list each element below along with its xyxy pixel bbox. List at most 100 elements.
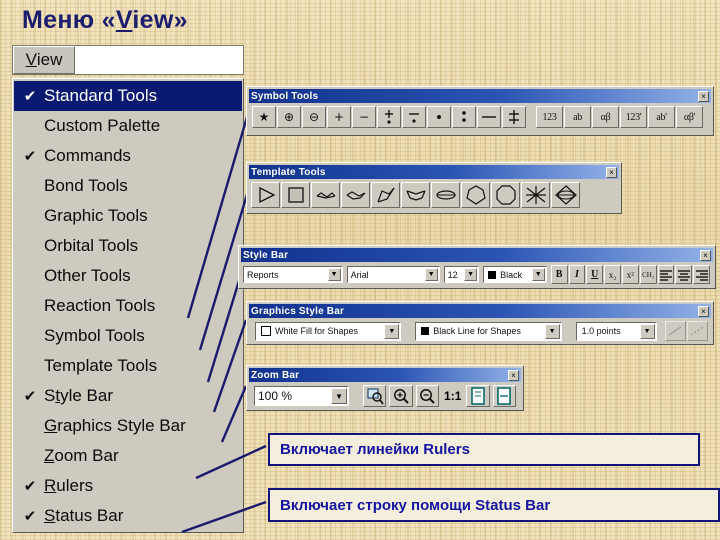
greek-label-icon[interactable]: αβ: [592, 106, 619, 128]
chevron-down-icon[interactable]: ▼: [424, 268, 438, 281]
callout-status-bar-text: Включает строку помощи Status Bar: [280, 496, 551, 514]
plus-icon[interactable]: +: [327, 106, 351, 128]
single-dot-icon[interactable]: [427, 106, 451, 128]
chevron-down-icon[interactable]: ▼: [384, 323, 400, 339]
chevron-down-icon[interactable]: ▼: [639, 323, 655, 339]
style-bar-title: Style Bar: [243, 249, 289, 261]
align-right-icon[interactable]: [693, 265, 711, 284]
fit-width-icon[interactable]: [492, 385, 516, 407]
cyclopentane-chair-template-icon[interactable]: [311, 182, 340, 208]
zoom-bar-window: Zoom Bar × 100 % ▼ 1:1: [246, 365, 524, 411]
minus-icon[interactable]: −: [352, 106, 376, 128]
font-size-dropdown[interactable]: 12 ▼: [443, 266, 480, 283]
chevron-down-icon[interactable]: ▼: [464, 268, 478, 281]
zoom-in-icon[interactable]: [389, 385, 413, 407]
style-bar-titlebar[interactable]: Style Bar ×: [241, 248, 713, 262]
cyclohexane-boat-template-icon[interactable]: [401, 182, 430, 208]
close-icon[interactable]: ×: [698, 305, 709, 317]
template-tools-window: Template Tools ×: [246, 162, 622, 214]
style-name-value: Reports: [247, 269, 279, 280]
line-style-dropdown[interactable]: Black Line for Shapes ▼: [415, 321, 562, 341]
actual-size-icon[interactable]: 1:1: [442, 385, 463, 407]
number-label-prime-icon[interactable]: 123 ': [620, 106, 647, 128]
bold-icon[interactable]: B: [550, 265, 568, 284]
octagon-template-icon[interactable]: [491, 182, 520, 208]
prime-mark: ': [665, 111, 667, 123]
template-tools-titlebar[interactable]: Template Tools ×: [249, 165, 619, 179]
line-icon[interactable]: [477, 106, 501, 128]
italic-icon[interactable]: I: [568, 265, 586, 284]
cyclohexane-chair-template-icon[interactable]: [341, 182, 370, 208]
formula-icon[interactable]: CH₃: [639, 265, 657, 284]
superscript-icon[interactable]: x²: [621, 265, 639, 284]
newman-projection-template-icon[interactable]: [521, 182, 550, 208]
template-tools-buttons: [249, 179, 619, 210]
zoom-level-value: 100 %: [258, 389, 293, 403]
zoom-level-dropdown[interactable]: 100 % ▼: [254, 386, 350, 406]
callout-rulers-text: Включает линейки Rulers: [280, 441, 470, 458]
symbol-tools-title: Symbol Tools: [251, 90, 319, 102]
graphics-style-bar-title: Graphics Style Bar: [251, 305, 345, 317]
chevron-down-icon[interactable]: ▼: [544, 323, 560, 339]
graphics-style-bar-window: Graphics Style Bar × White Fill for Shap…: [246, 301, 714, 345]
double-dagger-icon[interactable]: [502, 106, 526, 128]
fill-style-dropdown[interactable]: White Fill for Shapes ▼: [255, 321, 402, 341]
line-swatch: [421, 327, 430, 335]
zoom-out-icon[interactable]: [415, 385, 440, 407]
line-style-value: Black Line for Shapes: [433, 326, 521, 336]
text-color-dropdown[interactable]: Black ▼: [483, 266, 547, 283]
template-tools-title: Template Tools: [251, 166, 326, 178]
align-left-icon[interactable]: [657, 265, 675, 284]
font-size-value: 12: [447, 269, 458, 280]
fit-page-icon[interactable]: [466, 385, 490, 407]
square-template-icon[interactable]: [281, 182, 310, 208]
number-label-icon[interactable]: 123: [536, 106, 563, 128]
close-icon[interactable]: ×: [698, 90, 709, 102]
align-center-icon[interactable]: [675, 265, 693, 284]
zigzag-template-icon[interactable]: [371, 182, 400, 208]
zoom-bar-title: Zoom Bar: [251, 369, 300, 381]
callout-rulers: Включает линейки Rulers: [268, 433, 700, 466]
font-dropdown[interactable]: Arial ▼: [346, 266, 440, 283]
heptagon-template-icon[interactable]: [461, 182, 490, 208]
prime-mark: ': [639, 111, 642, 123]
close-icon[interactable]: ×: [508, 369, 519, 381]
symbol-tools-buttons: ★ ⊕ ⊖ + − 123 ab αβ 123 ' ab ' αβ ': [249, 103, 711, 130]
line-width-dropdown[interactable]: 1.0 points ▼: [575, 321, 657, 341]
style-bar-window: Style Bar × Reports ▼ Arial ▼ 12 ▼ Black…: [238, 245, 716, 289]
circled-minus-icon[interactable]: ⊖: [302, 106, 326, 128]
minus-dot-icon[interactable]: [402, 106, 426, 128]
graphics-style-bar-titlebar[interactable]: Graphics Style Bar ×: [249, 304, 711, 318]
symbol-tools-titlebar[interactable]: Symbol Tools ×: [249, 89, 711, 103]
subscript-icon[interactable]: x₂: [604, 265, 621, 284]
circled-plus-icon[interactable]: ⊕: [277, 106, 301, 128]
prime-mark: ': [693, 111, 696, 123]
letter-label-prime-icon[interactable]: ab ': [648, 106, 675, 128]
zoom-bar-titlebar[interactable]: Zoom Bar ×: [249, 368, 521, 382]
ellipse-ring-template-icon[interactable]: [431, 182, 460, 208]
triangle-template-icon[interactable]: [251, 182, 280, 208]
dash-style-icon[interactable]: [686, 321, 708, 341]
fused-ring-template-icon[interactable]: [551, 182, 580, 208]
underline-icon[interactable]: U: [586, 265, 604, 284]
star-icon[interactable]: ★: [252, 106, 276, 128]
close-icon[interactable]: ×: [700, 249, 711, 261]
style-bar-controls: Reports ▼ Arial ▼ 12 ▼ Black ▼ B I U x₂ …: [241, 262, 713, 286]
fill-swatch: [261, 326, 271, 336]
chevron-down-icon[interactable]: ▼: [327, 268, 341, 281]
plus-dot-icon[interactable]: [377, 106, 401, 128]
style-name-dropdown[interactable]: Reports ▼: [243, 266, 343, 283]
line-style-icon[interactable]: [664, 321, 686, 341]
line-width-value: 1.0 points: [581, 326, 621, 336]
zoom-bar-controls: 100 % ▼ 1:1: [249, 382, 521, 409]
graphics-style-bar-controls: White Fill for Shapes ▼ Black Line for S…: [249, 318, 711, 343]
chevron-down-icon[interactable]: ▼: [331, 388, 348, 404]
letter-label-icon[interactable]: ab: [564, 106, 591, 128]
two-dots-icon[interactable]: [452, 106, 476, 128]
chevron-down-icon[interactable]: ▼: [531, 268, 545, 281]
fill-style-value: White Fill for Shapes: [275, 326, 359, 336]
close-icon[interactable]: ×: [606, 166, 617, 178]
font-value: Arial: [350, 269, 369, 280]
zoom-selection-icon[interactable]: [363, 385, 387, 407]
greek-label-prime-icon[interactable]: αβ ': [676, 106, 703, 128]
